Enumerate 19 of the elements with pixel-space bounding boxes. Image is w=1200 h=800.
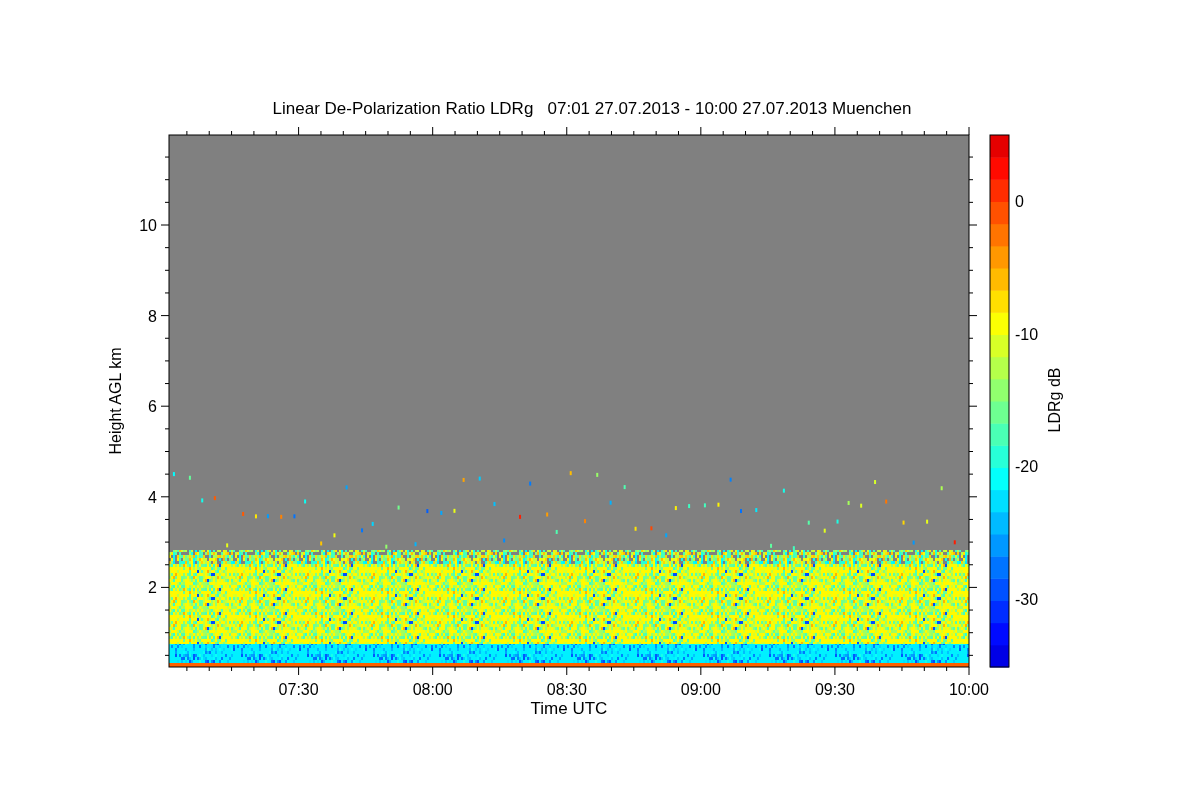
x-tick-label: 08:00 (412, 681, 453, 698)
x-tick-label: 07:30 (278, 681, 319, 698)
x-tick-label: 09:30 (814, 681, 855, 698)
colorbar-tick-label: -10 (1015, 325, 1039, 343)
chart-title: Linear De-Polarization Ratio LDRg 07:01 27.07.2013 - 10:00 27.07.2013 Muenchen (272, 99, 912, 118)
y-tick-label: 10 (139, 217, 157, 234)
y-tick-label: 2 (148, 579, 157, 597)
x-tick-label: 09:00 (680, 681, 721, 698)
y-tick-label: 4 (148, 488, 157, 506)
x-tick-label: 10:00 (949, 681, 989, 698)
y-tick-label: 8 (148, 307, 157, 325)
x-tick-label: 08:30 (546, 681, 587, 698)
y-tick-label: 6 (148, 398, 157, 416)
colorbar-tick-label: -20 (1015, 458, 1039, 476)
colorbar-tick-label: -30 (1015, 591, 1039, 609)
x-axis-title: Time UTC (530, 699, 608, 718)
y-axis-title: Height AGL km (107, 347, 124, 455)
colorbar-title: LDRg dB (1046, 367, 1063, 433)
colorbar-tick-label: 0 (1015, 193, 1024, 210)
